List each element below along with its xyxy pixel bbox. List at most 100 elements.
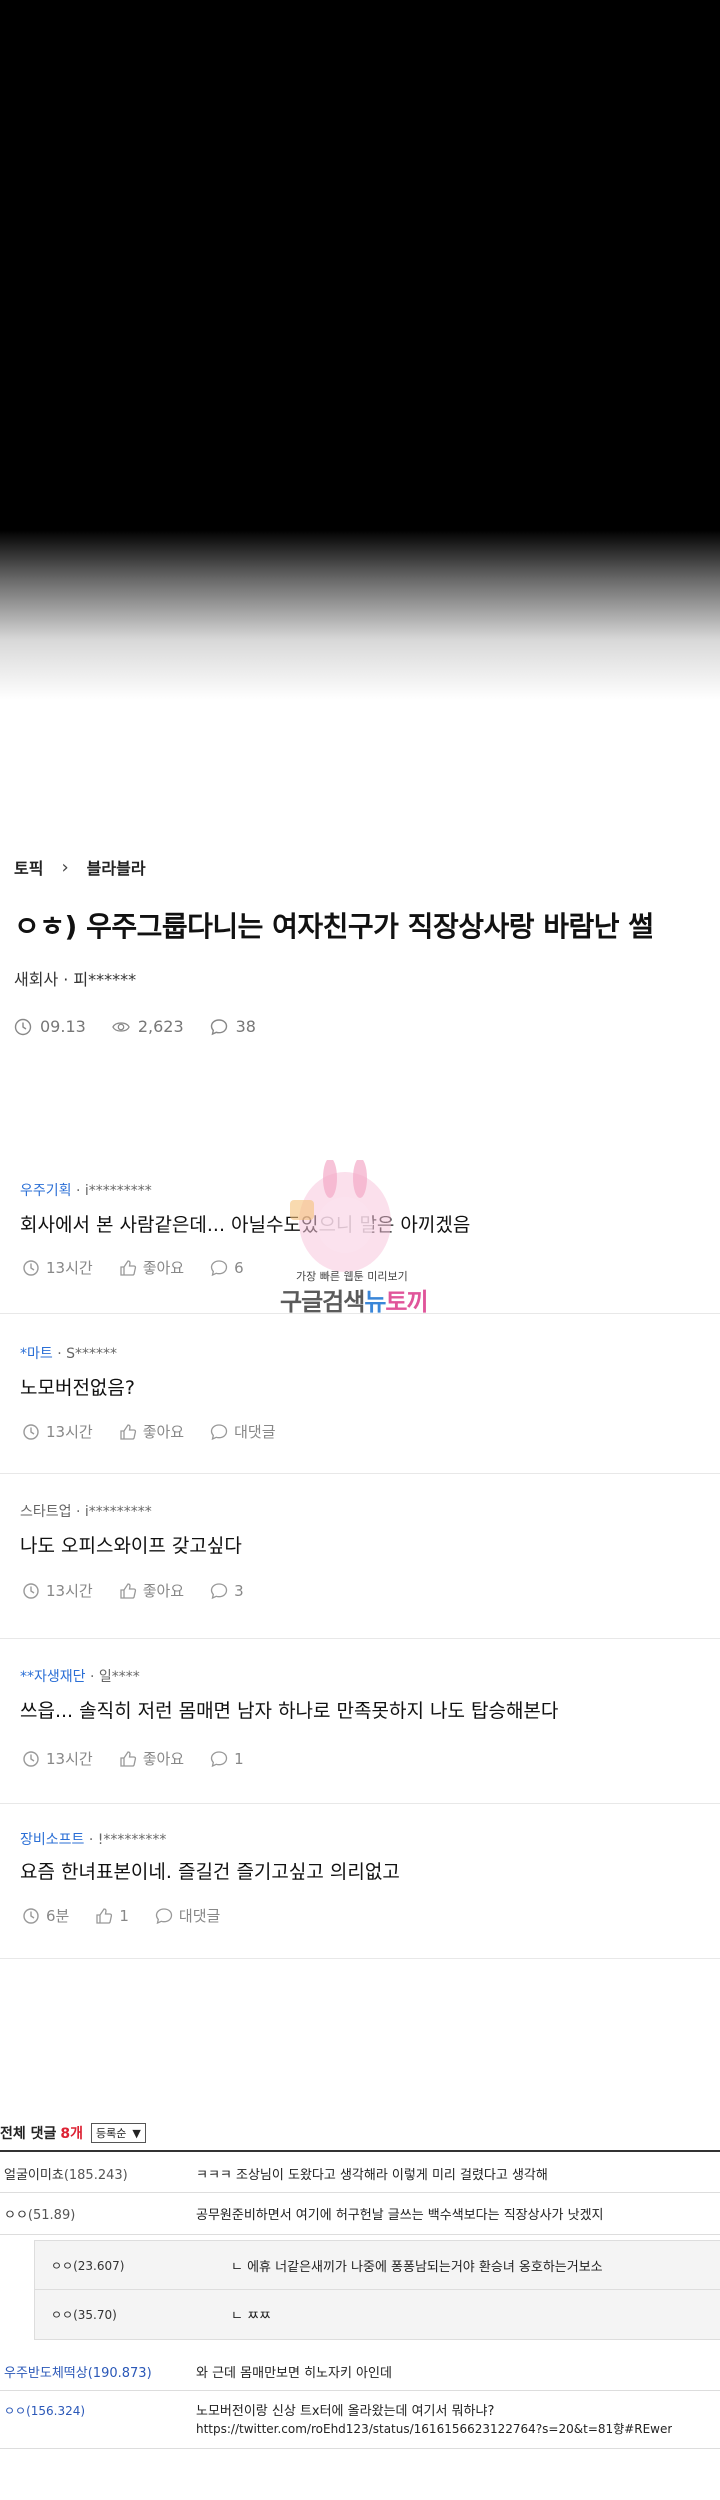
comment-user: · !********* [84,1832,167,1848]
reply-label: 3 [234,1581,244,1600]
board-header: 전체 댓글 8개 등록순 ▼ [0,2123,146,2143]
thumbs-up-icon [120,1750,136,1767]
row-score: (156.324) [26,2404,86,2418]
post-views: 2,623 [137,1017,184,1036]
comment-time: 13시간 [46,1582,93,1600]
comment-item: 스타트업 · i********* 나도 오피스와이프 갖고싶다 13시간 좋아… [0,1473,720,1639]
row-nick[interactable]: 우주반도체떡상 [4,2366,88,2381]
board-row: 우주반도체떡상(190.873) 와 근데 몸매만보면 히노자키 아인데 [0,2350,720,2391]
comment-user: · i********* [71,1183,152,1199]
comment-user: · S****** [52,1346,118,1362]
like-button[interactable]: 좋아요 [119,1257,184,1278]
comment-time: 6분 [46,1907,70,1925]
breadcrumb-sub[interactable]: 블라블라 [87,855,146,879]
like-button[interactable]: 좋아요 [119,1748,184,1769]
thumbs-up-icon [120,1423,136,1440]
comment-user: 스타트업 · i********* [20,1504,152,1520]
comment-icon [210,1582,228,1599]
comment-body: 노모버전없음? [20,1377,135,1399]
like-label: 좋아요 [142,1750,185,1768]
sort-value: 등록순 [96,2127,127,2140]
clock-icon [23,1259,39,1276]
comment-company[interactable]: 장비소프트 [20,1832,84,1848]
thumbs-up-icon [120,1259,136,1276]
watermark-main-b: 뉴 [364,1288,386,1316]
comment-icon [210,1750,228,1767]
thumbs-up-icon [96,1907,113,1924]
comment-user: · 일**** [85,1669,140,1685]
watermark-logo [290,1160,391,1272]
clock-icon [23,1750,39,1767]
board-row: ㅇㅇ(51.89) 공무원준비하면서 여기에 허구헌날 글쓰는 백수색보다는 직… [0,2192,720,2235]
chevron-right-icon: › [61,856,69,878]
watermark-main-a: 구글검색 [280,1288,365,1316]
row-link[interactable]: https://twitter.com/roEhd123/status/1616… [196,2420,672,2437]
row-text: 와 근데 몸매만보면 히노자키 아인데 [196,2366,392,2381]
row-score: (185.243) [63,2168,128,2183]
clock-icon [23,1423,39,1440]
row-text: 노모버전이랑 신상 트x터에 올라왔는데 여기서 뭐하냐? [196,2404,495,2419]
reply-label: 6 [234,1258,244,1277]
eye-icon [112,1021,130,1032]
board-row: ㅇㅇ(156.324) 노모버전이랑 신상 트x터에 올라왔는데 여기서 뭐하냐… [0,2390,720,2449]
board-count: 8개 [60,2126,84,2142]
comment-company[interactable]: **자생재단 [20,1669,86,1685]
comment-item: **자생재단 · 일**** 쓰읍... 솔직히 저런 몸매면 남자 하나로 만… [0,1638,720,1804]
like-button[interactable]: 좋아요 [119,1421,184,1442]
comment-icon [155,1907,173,1924]
comment-company[interactable]: 우주기획 [20,1183,72,1199]
reply-row: ㅇㅇ(35.70) ㄴ ㅉㅉ [35,2290,720,2338]
comment-icon [210,1423,228,1440]
board-label: 전체 댓글 [0,2126,57,2142]
reply-label: 대댓글 [234,1423,276,1441]
row-nick[interactable]: ㅇㅇ [4,2208,28,2223]
watermark-main-c: 토끼 [385,1288,428,1316]
reply-button[interactable]: 3 [210,1580,244,1601]
post-author: 새회사 · 피****** [14,970,137,989]
clock-icon [23,1907,39,1924]
row-score: (35.70) [73,2308,117,2322]
reply-button[interactable]: 대댓글 [155,1905,220,1926]
post-date: 09.13 [40,1017,86,1036]
comment-body: 나도 오피스와이프 갖고싶다 [20,1535,242,1557]
row-score: (190.873) [87,2366,152,2381]
clock-icon [23,1582,39,1599]
post-comment-count: 38 [235,1017,256,1036]
reply-button[interactable]: 6 [210,1257,244,1278]
like-button[interactable]: 좋아요 [119,1580,184,1601]
row-nick[interactable]: ㅇㅇ [51,2259,73,2273]
breadcrumb-topic[interactable]: 토픽 [14,855,43,879]
sort-select[interactable]: 등록순 ▼ [91,2123,146,2143]
row-text: 공무원준비하면서 여기에 허구헌날 글쓰는 백수색보다는 직장상사가 낫겠지 [196,2208,604,2223]
row-nick[interactable]: 얼굴이미쵸 [4,2168,64,2183]
hero-image [0,0,720,700]
comment-company[interactable]: *마트 [20,1346,53,1362]
comment-body: 쓰읍... 솔직히 저런 몸매면 남자 하나로 만족못하지 나도 탑승해본다 [20,1700,559,1722]
row-text: ㅋㅋㅋ 조상님이 도왔다고 생각해라 이렇게 미리 걸렸다고 생각해 [196,2168,548,2183]
reply-button[interactable]: 1 [210,1748,244,1769]
reply-label: 대댓글 [178,1907,221,1925]
thumbs-up-icon [120,1582,136,1599]
like-button[interactable]: 1 [95,1905,129,1926]
post-title: ㅇㅎ) 우주그룹다니는 여자친구가 직장상사랑 바람난 썰 [14,910,654,943]
comment-icon [210,1259,228,1276]
dropdown-arrow-icon: ▼ [132,2126,141,2140]
comment-icon [210,1018,227,1035]
comment-time: 13시간 [46,1750,93,1768]
row-text: ㄴ 에휴 너같은새끼가 나중에 퐁퐁남되는거야 환승녀 옹호하는거보소 [231,2260,603,2275]
comment-body: 요즘 한녀표본이네. 즐길건 즐기고싶고 의리없고 [20,1861,400,1883]
row-nick[interactable]: ㅇㅇ [51,2308,73,2322]
row-score: (23.607) [73,2259,125,2273]
like-label: 좋아요 [142,1423,185,1441]
post-stats: 09.13 2,623 38 [14,1017,256,1036]
clock-icon [14,1018,32,1035]
row-score: (51.89) [27,2208,76,2223]
board-row: 얼굴이미쵸(185.243) ㅋㅋㅋ 조상님이 도왔다고 생각해라 이렇게 미리… [0,2152,720,2193]
comment-item: 장비소프트 · !********* 요즘 한녀표본이네. 즐길건 즐기고싶고 … [0,1803,720,1959]
reply-row: ㅇㅇ(23.607) ㄴ 에휴 너같은새끼가 나중에 퐁퐁남되는거야 환승녀 옹… [35,2241,720,2290]
reply-label: 1 [234,1749,244,1768]
like-label: 좋아요 [142,1259,185,1277]
breadcrumb: 토픽 › 블라블라 [14,855,146,879]
reply-button[interactable]: 대댓글 [210,1421,276,1442]
row-nick[interactable]: ㅇㅇ [4,2404,26,2418]
